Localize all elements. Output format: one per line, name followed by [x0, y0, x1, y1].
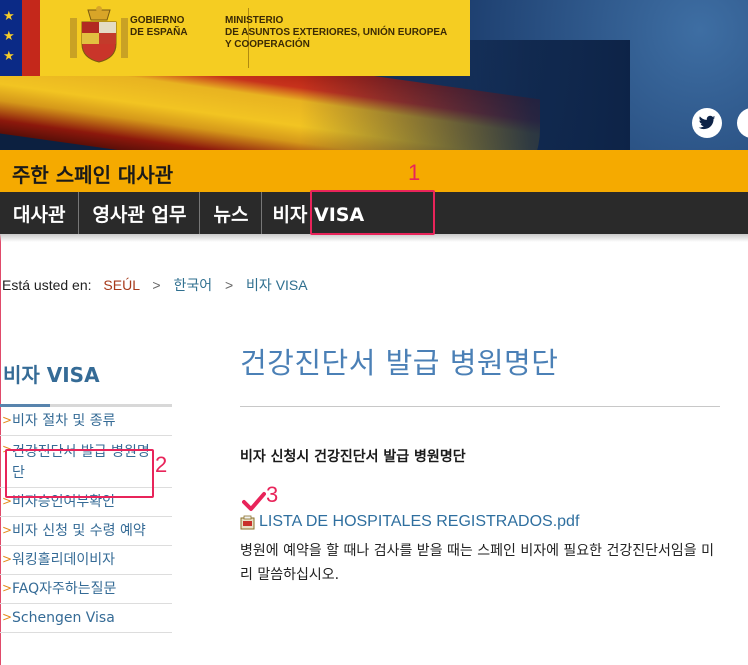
government-name: GOBIERNO DE ESPAÑA	[130, 15, 188, 38]
sidebar-menu: > 비자 절차 및 종류 > 건강진단서 발급 병원명단 > 비자승인여부확인 > 비자…	[0, 407, 172, 633]
sidebar-item-visa-procedure[interactable]: > 비자 절차 및 종류	[0, 407, 172, 436]
sidebar-item-working-holiday[interactable]: > 워킹홀리데이비자	[0, 546, 172, 575]
pdf-file-icon	[240, 515, 255, 529]
arrow-icon: >	[2, 610, 13, 624]
main-content: 건강진단서 발급 병원명단 비자 신청시 건강진단서 발급 병원명단 LISTA…	[240, 330, 720, 587]
site-header-banner: ★ ★ ★ GOBIERNO DE ESPAÑA MINISTERIO DE A…	[0, 0, 748, 150]
star-icon: ★	[3, 9, 15, 24]
arrow-icon: >	[2, 552, 13, 566]
breadcrumb-link-korean[interactable]: 한국어	[173, 277, 212, 293]
sidebar-title: 비자 VISA	[3, 363, 100, 387]
site-title-bar: 주한 스페인 대사관	[0, 150, 748, 192]
breadcrumb-separator: >	[224, 277, 234, 293]
eu-flag-strip: ★ ★ ★	[0, 0, 22, 76]
annotation-box-1	[310, 190, 435, 235]
flag-red-strip	[22, 0, 40, 76]
star-icon: ★	[3, 49, 15, 64]
sidebar-item-faq[interactable]: > FAQ자주하는질문	[0, 575, 172, 604]
annotation-number-2: 2	[155, 452, 168, 477]
arrow-icon: >	[2, 523, 13, 537]
breadcrumb-link-seoul[interactable]: SEÚL	[103, 277, 139, 293]
nav-item-embassy[interactable]: 대사관	[0, 192, 80, 234]
nav-item-news[interactable]: 뉴스	[200, 192, 263, 234]
coat-of-arms-icon	[70, 6, 128, 63]
description-text: 병원에 예약을 할 때나 검사를 받을 때는 스페인 비자에 필요한 건강진단서…	[240, 543, 714, 583]
section-heading: 비자 신청시 건강진단서 발급 병원명단	[240, 449, 466, 465]
government-logo-block[interactable]: GOBIERNO DE ESPAÑA MINISTERIO DE ASUNTOS…	[40, 0, 470, 76]
checkmark-icon	[242, 492, 266, 511]
ministry-name: MINISTERIO DE ASUNTOS EXTERIORES, UNIÓN …	[225, 15, 448, 50]
nav-item-consular[interactable]: 영사관 업무	[79, 192, 201, 234]
arrow-icon: >	[2, 413, 13, 427]
breadcrumb-link-visa[interactable]: 비자 VISA	[246, 277, 308, 293]
breadcrumb-separator: >	[152, 277, 161, 293]
pdf-link-text[interactable]: LISTA DE HOSPITALES REGISTRADOS.pdf	[259, 513, 579, 531]
star-icon: ★	[3, 29, 15, 44]
pdf-download-link[interactable]: LISTA DE HOSPITALES REGISTRADOS.pdf	[240, 513, 720, 531]
annotation-number-1: 1	[408, 160, 421, 185]
page-title: 건강진단서 발급 병원명단	[240, 346, 559, 380]
breadcrumb-label: Está usted en:	[2, 277, 92, 293]
annotation-number-3: 3	[266, 482, 279, 507]
twitter-icon[interactable]	[692, 108, 722, 138]
breadcrumb: Está usted en: SEÚL > 한국어 > 비자 VISA	[2, 275, 308, 295]
sidebar-item-schengen[interactable]: > Schengen Visa	[0, 604, 172, 633]
site-title[interactable]: 주한 스페인 대사관	[12, 159, 173, 188]
annotation-box-2	[5, 449, 154, 498]
sidebar-item-visa-appointment[interactable]: > 비자 신청 및 수령 예약	[0, 517, 172, 546]
arrow-icon: >	[2, 581, 13, 595]
title-divider	[240, 406, 720, 407]
